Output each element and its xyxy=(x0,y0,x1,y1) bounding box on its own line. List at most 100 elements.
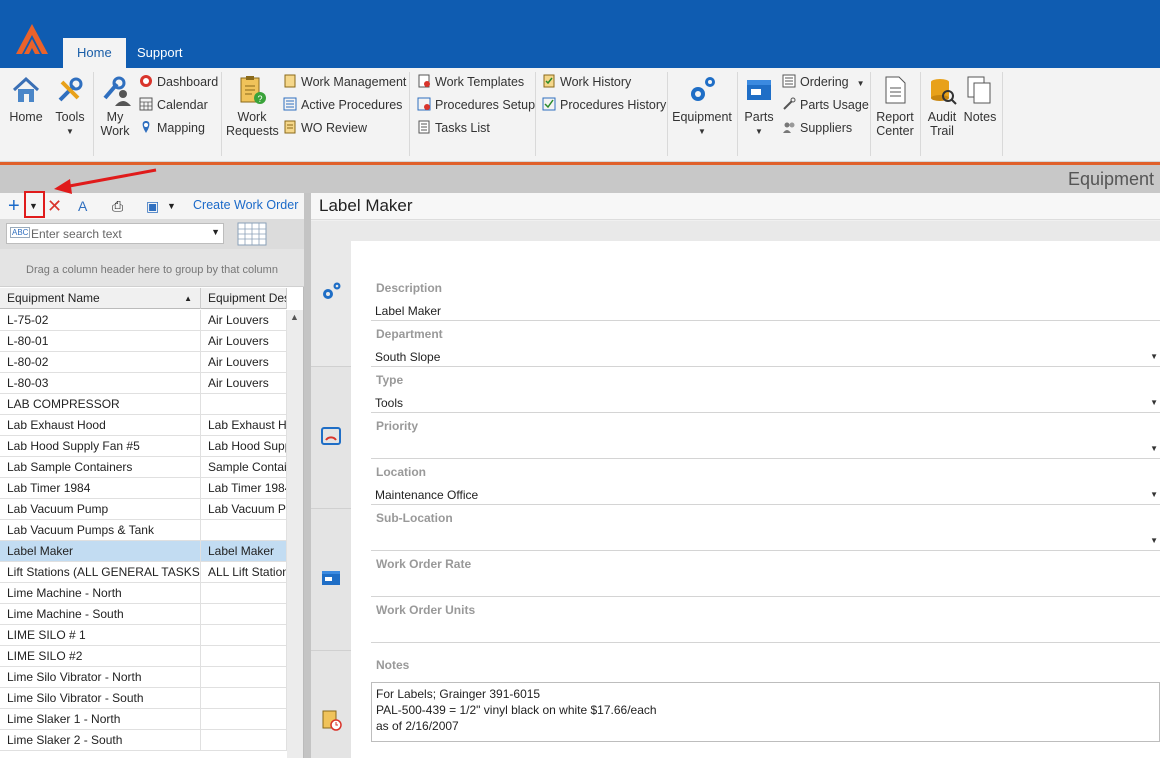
table-row[interactable]: Lime Slaker 2 - South xyxy=(0,730,287,751)
location-label: Location xyxy=(376,465,426,479)
column-header-equipment-description[interactable]: Equipment Des xyxy=(201,288,287,309)
table-row[interactable]: Lab Vacuum Pumps & Tank xyxy=(0,520,287,541)
department-select[interactable]: South Slope ▼ xyxy=(371,347,1160,367)
notes-textarea[interactable]: For Labels; Grainger 391-6015 PAL-500-43… xyxy=(371,682,1160,742)
tab-parts[interactable] xyxy=(311,509,351,651)
work-history-button[interactable]: Work History xyxy=(542,72,631,92)
print-icon[interactable]: ⎙ xyxy=(112,197,123,215)
work-templates-button[interactable]: Work Templates xyxy=(417,72,524,92)
table-row[interactable]: Lime Machine - South xyxy=(0,604,287,625)
table-row[interactable]: Lime Machine - North xyxy=(0,583,287,604)
chevron-down-icon[interactable]: ▼ xyxy=(1150,347,1158,367)
search-row: ABC ▼ xyxy=(0,219,304,249)
work-order-units-field[interactable] xyxy=(371,623,1160,643)
work-order-rate-field[interactable] xyxy=(371,577,1160,597)
table-row[interactable]: LIME SILO # 1 xyxy=(0,625,287,646)
work-requests-label-2: Requests xyxy=(226,124,279,138)
create-work-order-link[interactable]: Create Work Order xyxy=(193,198,298,212)
work-management-button[interactable]: Work Management xyxy=(283,72,406,92)
table-row[interactable]: Lab Hood Supply Fan #5 Lab Hood Supp xyxy=(0,436,287,457)
my-work-button[interactable]: My Work xyxy=(97,74,133,138)
dashboard-button[interactable]: Dashboard xyxy=(139,72,218,92)
parts-label: Parts xyxy=(744,110,774,124)
procedures-history-icon xyxy=(542,97,556,111)
search-box[interactable]: ABC ▼ xyxy=(6,223,224,244)
parts-usage-icon xyxy=(783,97,796,110)
my-work-icon xyxy=(103,76,131,106)
export-dropdown-icon[interactable]: ▼ xyxy=(167,197,176,215)
export-icon[interactable]: ▣ xyxy=(146,197,159,215)
scroll-up-icon[interactable]: ▲ xyxy=(290,312,299,322)
tab-meters[interactable] xyxy=(311,367,351,509)
grid-view-icon[interactable] xyxy=(237,222,267,246)
table-row[interactable]: Lift Stations (ALL GENERAL TASKS) ALL Lif… xyxy=(0,562,287,583)
audit-trail-button[interactable]: Audit Trail xyxy=(924,74,960,138)
dashboard-label: Dashboard xyxy=(157,75,219,89)
work-requests-button[interactable]: ? Work Requests xyxy=(226,74,279,138)
wo-review-button[interactable]: WO Review xyxy=(283,118,367,138)
table-row[interactable]: Lab Timer 1984 Lab Timer 1984 xyxy=(0,478,287,499)
calendar-label: Calendar xyxy=(157,98,208,112)
ordering-button[interactable]: Ordering ▼ xyxy=(782,72,865,92)
panel-splitter[interactable] xyxy=(304,193,311,758)
vertical-scrollbar[interactable]: ▲ xyxy=(287,310,303,758)
table-row[interactable]: Lab Exhaust Hood Lab Exhaust Ho xyxy=(0,415,287,436)
delete-icon[interactable]: ✕ xyxy=(47,197,62,215)
table-row[interactable]: L-80-03 Air Louvers xyxy=(0,373,287,394)
parts-usage-label: Parts Usage xyxy=(800,98,869,112)
sub-location-select[interactable]: ▼ xyxy=(371,531,1160,551)
tab-work-history[interactable] xyxy=(311,651,351,758)
group-by-zone[interactable]: Drag a column header here to group by th… xyxy=(0,249,304,287)
search-dropdown-icon[interactable]: ▼ xyxy=(211,227,220,237)
gears-icon xyxy=(691,77,715,101)
table-row[interactable]: Lab Vacuum Pump Lab Vacuum Pu xyxy=(0,499,287,520)
type-select[interactable]: Tools ▼ xyxy=(371,393,1160,413)
add-icon[interactable]: + xyxy=(8,196,20,216)
tab-home[interactable]: Home xyxy=(63,38,126,68)
suppliers-label: Suppliers xyxy=(800,121,853,135)
mapping-button[interactable]: Mapping xyxy=(139,118,205,138)
table-row[interactable]: Lime Silo Vibrator - South xyxy=(0,688,287,709)
description-field[interactable]: Label Maker xyxy=(371,301,1160,321)
report-center-button[interactable]: Report Center xyxy=(874,74,916,138)
suppliers-button[interactable]: Suppliers xyxy=(782,118,852,138)
table-row[interactable]: L-75-02 Air Louvers xyxy=(0,310,287,331)
home-button[interactable]: Home xyxy=(7,74,45,124)
table-row[interactable]: L-80-02 Air Louvers xyxy=(0,352,287,373)
tab-support[interactable]: Support xyxy=(123,38,197,68)
tab-equipment-details[interactable] xyxy=(311,221,351,367)
table-row[interactable]: Lime Silo Vibrator - North xyxy=(0,667,287,688)
chevron-down-icon[interactable]: ▼ xyxy=(1150,393,1158,413)
home-label: Home xyxy=(9,110,43,124)
calendar-button[interactable]: Calendar xyxy=(139,95,208,115)
table-row[interactable]: LIME SILO #2 xyxy=(0,646,287,667)
tools-button[interactable]: Tools ▼ xyxy=(52,74,88,139)
tools-label: Tools xyxy=(55,110,85,124)
tasks-list-button[interactable]: Tasks List xyxy=(417,118,490,138)
active-procedures-button[interactable]: Active Procedures xyxy=(283,95,402,115)
notes-button[interactable]: Notes xyxy=(962,74,998,124)
table-row[interactable]: Label Maker Label Maker xyxy=(0,541,287,562)
procedures-history-button[interactable]: Procedures History xyxy=(542,95,666,115)
form-header-strip xyxy=(351,221,1160,241)
ribbon-separator xyxy=(93,72,94,156)
equipment-description-cell xyxy=(201,604,287,625)
chevron-down-icon[interactable]: ▼ xyxy=(1150,485,1158,505)
spell-check-icon[interactable]: A xyxy=(78,197,87,215)
table-row[interactable]: LAB COMPRESSOR xyxy=(0,394,287,415)
equipment-name-cell: Lab Sample Containers xyxy=(0,457,201,478)
table-row[interactable]: L-80-01 Air Louvers xyxy=(0,331,287,352)
table-row[interactable]: Lime Slaker 1 - North xyxy=(0,709,287,730)
table-row[interactable]: Lab Sample Containers Sample Contair xyxy=(0,457,287,478)
search-input[interactable] xyxy=(31,225,201,242)
procedures-setup-button[interactable]: Procedures Setup xyxy=(417,95,535,115)
parts-button[interactable]: Parts ▼ xyxy=(741,74,777,139)
chevron-down-icon[interactable]: ▼ xyxy=(1150,531,1158,551)
location-select[interactable]: Maintenance Office ▼ xyxy=(371,485,1160,505)
column-header-equipment-name[interactable]: Equipment Name ▲ xyxy=(0,288,201,309)
audit-trail-label-1: Audit xyxy=(927,110,957,124)
parts-usage-button[interactable]: Parts Usage xyxy=(782,95,869,115)
equipment-button[interactable]: Equipment ▼ xyxy=(671,74,733,139)
priority-select[interactable]: ▼ xyxy=(371,439,1160,459)
chevron-down-icon[interactable]: ▼ xyxy=(1150,439,1158,459)
